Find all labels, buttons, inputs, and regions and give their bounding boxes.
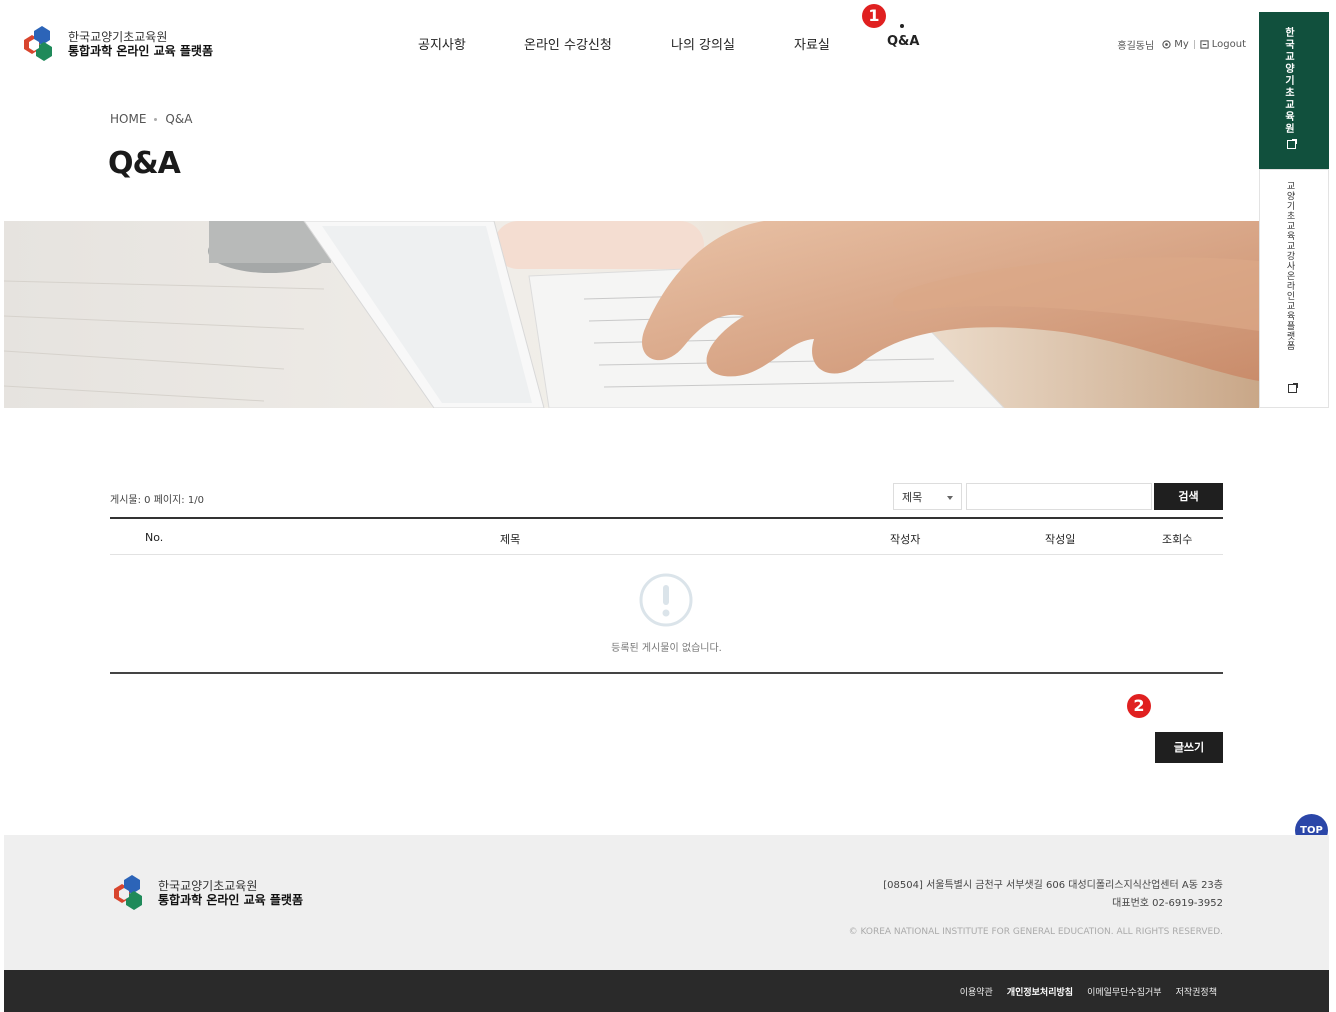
footer-address-block: [08504] 서울특별시 금천구 서부샛길 606 대성디폴리스지식산업센터 … xyxy=(883,877,1223,913)
search-button[interactable]: 검색 xyxy=(1154,483,1223,510)
search-input[interactable] xyxy=(966,483,1152,510)
callout-marker-2: 2 xyxy=(1127,694,1151,718)
breadcrumb-home[interactable]: HOME xyxy=(110,112,146,126)
footer-link-copyright-policy[interactable]: 저작권정책 xyxy=(1176,985,1217,998)
my-link-label: My xyxy=(1174,39,1189,50)
logout-icon xyxy=(1200,40,1209,49)
nav-item-my-classroom[interactable]: 나의 강의실 xyxy=(671,34,735,53)
side-link-institute[interactable]: 한국교양기초교육원 xyxy=(1259,12,1329,169)
global-nav: 공지사항 온라인 수강신청 나의 강의실 자료실 Q&A xyxy=(0,34,1259,54)
side-link-instructor-platform[interactable]: 교양기초교육교강사온라인교육플랫폼 xyxy=(1259,169,1329,408)
logout-link-label: Logout xyxy=(1211,39,1246,50)
board-count-info: 게시물: 0 페이지: 1/0 xyxy=(110,495,204,506)
external-link-icon xyxy=(1288,383,1298,393)
board-empty-state: 등록된 게시물이 없습니다. xyxy=(110,555,1223,674)
user-name: 홍길동님 xyxy=(1117,41,1155,52)
column-header-author: 작성자 xyxy=(890,533,921,546)
nav-item-notice[interactable]: 공지사항 xyxy=(418,34,466,53)
user-utility-menu: 홍길동님 My Logout xyxy=(1117,37,1246,52)
logout-link[interactable]: Logout xyxy=(1200,39,1246,50)
my-link[interactable]: My xyxy=(1162,39,1189,50)
footer-name-line1: 한국교양기초교육원 xyxy=(158,879,258,893)
footer-copyright: © KOREA NATIONAL INSTITUTE FOR GENERAL E… xyxy=(848,927,1223,937)
write-post-button[interactable]: 글쓰기 xyxy=(1155,732,1223,763)
footer-link-terms[interactable]: 이용약관 xyxy=(960,985,993,998)
search-field-select[interactable]: 제목 xyxy=(893,483,962,510)
side-link-institute-label: 한국교양기초교육원 xyxy=(1285,28,1295,135)
chevron-down-icon xyxy=(947,496,953,500)
search-field-select-value: 제목 xyxy=(902,491,923,504)
exclamation-icon xyxy=(639,573,693,627)
board-table-header: No. 제목 작성자 작성일 조회수 xyxy=(110,517,1223,555)
side-link-instructor-platform-label: 교양기초교육교강사온라인교육플랫폼 xyxy=(1286,182,1296,352)
empty-message: 등록된 게시물이 없습니다. xyxy=(611,643,722,654)
nav-item-archive[interactable]: 자료실 xyxy=(794,34,830,53)
site-footer: 한국교양기초교육원 통합과학 온라인 교육 플랫폼 [08504] 서울특별시 … xyxy=(4,835,1329,970)
nav-item-qna[interactable]: Q&A xyxy=(887,34,919,49)
nav-item-online-registration[interactable]: 온라인 수강신청 xyxy=(524,34,612,53)
footer-phone: 대표번호 02-6919-3952 xyxy=(1112,898,1223,909)
footer-link-bar: 이용약관 개인정보처리방침 이메일무단수집거부 저작권정책 xyxy=(4,970,1329,1012)
footer-link-privacy[interactable]: 개인정보처리방침 xyxy=(1007,985,1073,998)
column-header-date: 작성일 xyxy=(1045,533,1076,546)
footer-address: [08504] 서울특별시 금천구 서부샛길 606 대성디폴리스지식산업센터 … xyxy=(883,880,1223,891)
active-nav-indicator xyxy=(900,24,904,28)
hero-banner-image xyxy=(4,221,1259,408)
breadcrumb: HOME Q&A xyxy=(110,112,192,126)
callout-marker-1: 1 xyxy=(862,4,886,28)
page-title: Q&A xyxy=(108,146,181,181)
column-header-views: 조회수 xyxy=(1162,533,1193,546)
footer-links: 이용약관 개인정보처리방침 이메일무단수집거부 저작권정책 xyxy=(946,985,1217,998)
footer-link-no-email-collection[interactable]: 이메일무단수집거부 xyxy=(1087,985,1162,998)
footer-logo: 한국교양기초교육원 통합과학 온라인 교육 플랫폼 xyxy=(110,875,303,911)
footer-name-line2: 통합과학 온라인 교육 플랫폼 xyxy=(158,893,304,907)
column-header-no: No. xyxy=(145,531,164,544)
breadcrumb-separator xyxy=(154,117,158,121)
column-header-title: 제목 xyxy=(500,533,521,546)
banner-illustration xyxy=(4,221,1259,408)
external-link-icon xyxy=(1287,139,1297,149)
site-header: 한국교양기초교육원 통합과학 온라인 교육 플랫폼 공지사항 온라인 수강신청 … xyxy=(0,0,1259,88)
gear-icon xyxy=(1162,40,1171,49)
logo-icon xyxy=(114,875,142,910)
breadcrumb-current: Q&A xyxy=(165,112,193,126)
